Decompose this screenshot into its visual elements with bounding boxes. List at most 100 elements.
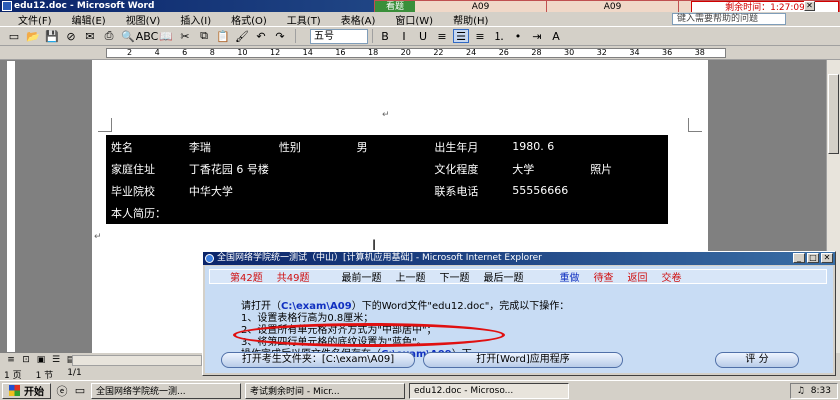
underline-icon[interactable]: U: [415, 29, 431, 43]
nav-button-7[interactable]: 交卷: [661, 269, 681, 284]
nav-button-2[interactable]: 下一题: [439, 269, 469, 284]
bold-icon[interactable]: B: [377, 29, 393, 43]
nav-button-4[interactable]: 重做: [559, 269, 579, 284]
spell-icon[interactable]: ABC: [136, 29, 159, 43]
open-word-button[interactable]: 打开[Word]应用程序: [423, 352, 623, 368]
start-button[interactable]: 开始: [2, 382, 51, 399]
margin-corner: [688, 118, 702, 132]
table-cell[interactable]: 55556666: [507, 179, 587, 202]
table-cell[interactable]: 性别: [273, 135, 353, 158]
menu-window[interactable]: 窗口(W): [395, 12, 433, 27]
table-cell[interactable]: 姓名: [106, 135, 185, 158]
nav-button-3[interactable]: 最后一题: [483, 269, 523, 284]
print-view-icon[interactable]: ▣: [34, 355, 48, 366]
permission-icon[interactable]: ⊘: [63, 29, 79, 43]
ruler-tick: 36: [662, 48, 673, 57]
table-cell[interactable]: [273, 179, 353, 202]
horizontal-ruler[interactable]: 2 4 6 8 10 12 14 16 18 20 22 24 26 28 30 32 34 36 38: [0, 46, 840, 60]
normal-view-icon[interactable]: ≡: [4, 355, 18, 366]
menu-help[interactable]: 帮助(H): [453, 12, 488, 27]
nav-button-0[interactable]: 最前一题: [341, 269, 381, 284]
red-highlight-oval: [233, 323, 505, 347]
toolbar: ▭ 📂 💾 ⊘ ✉ ⎙ 🔍 ABC 📖 ✂ ⧉ 📋 🖌 ↶ ↷ 五号 B I U ≡ ☰ ≡ ⒈ • ⇥ A: [0, 26, 840, 46]
close-button[interactable]: ✕: [821, 253, 833, 263]
ruler-tick: 34: [629, 48, 640, 57]
doc-close-button[interactable]: ✕: [804, 1, 815, 11]
web-view-icon[interactable]: ⊡: [19, 355, 33, 366]
score-button[interactable]: 评 分: [715, 352, 799, 368]
font-color-icon[interactable]: A: [548, 29, 564, 43]
table-cell[interactable]: 家庭住址: [106, 157, 185, 180]
outline-view-icon[interactable]: ☰: [49, 355, 63, 366]
clock: 8:33: [810, 385, 831, 396]
align-right-icon[interactable]: ≡: [472, 29, 488, 43]
taskbar-task[interactable]: 考试剩余时间 - Micr...: [245, 382, 405, 399]
menu-table[interactable]: 表格(A): [341, 12, 376, 27]
numbering-icon[interactable]: ⒈: [491, 29, 507, 43]
table-cell[interactable]: 本人简历：: [106, 201, 668, 224]
research-icon[interactable]: 📖: [158, 29, 174, 43]
paste-icon[interactable]: 📋: [215, 29, 231, 43]
copy-icon[interactable]: ⧉: [196, 29, 212, 43]
table-cell[interactable]: 男: [351, 135, 431, 158]
align-center-icon[interactable]: ☰: [453, 29, 469, 43]
menu-insert[interactable]: 插入(I): [180, 12, 211, 27]
table-cell[interactable]: 照片: [585, 135, 668, 202]
table-row: 姓名 李瑞 性别男出生年月 1980. 6 照片: [106, 135, 668, 202]
print-icon[interactable]: ⎙: [101, 29, 117, 43]
table-cell[interactable]: 李瑞: [183, 135, 275, 158]
table-cell[interactable]: [351, 179, 431, 202]
table-cell[interactable]: 文化程度: [429, 157, 509, 180]
ruler-tick: 28: [531, 48, 542, 57]
taskbar-task[interactable]: edu12.doc - Microso...: [409, 382, 569, 399]
bullets-icon[interactable]: •: [510, 29, 526, 43]
table-cell[interactable]: [351, 157, 431, 180]
table-cell[interactable]: 大学: [507, 157, 587, 180]
new-doc-icon[interactable]: ▭: [6, 29, 22, 43]
vertical-ruler[interactable]: [6, 60, 16, 353]
align-left-icon[interactable]: ≡: [434, 29, 450, 43]
italic-icon[interactable]: I: [396, 29, 412, 43]
ie-quicklaunch-icon[interactable]: ⓔ: [55, 384, 69, 398]
ruler-scale: 2 4 6 8 10 12 14 16 18 20 22 24 26 28 30 32 34 36 38: [106, 48, 726, 58]
taskbar-task[interactable]: 全国网络学院统一测...: [91, 382, 241, 399]
indent-icon[interactable]: ⇥: [529, 29, 545, 43]
menu-tools[interactable]: 工具(T): [287, 12, 321, 27]
menu-edit[interactable]: 编辑(E): [72, 12, 106, 27]
open-icon[interactable]: 📂: [25, 29, 41, 43]
ruler-tick: 12: [269, 48, 281, 57]
email-icon[interactable]: ✉: [82, 29, 98, 43]
toolbar-separator: [295, 29, 296, 43]
ruler-tick: 22: [433, 48, 444, 57]
nav-button-1[interactable]: 上一题: [395, 269, 425, 284]
table-cell[interactable]: [273, 157, 353, 180]
menu-view[interactable]: 视图(V): [126, 12, 161, 27]
nav-button-6[interactable]: 返回: [627, 269, 647, 284]
resume-table[interactable]: 姓名 李瑞 性别男出生年月 1980. 6 照片 家庭住址 丁香花园 6 号楼 文化程度 大学毕…: [106, 135, 668, 224]
horizontal-scrollbar[interactable]: [72, 355, 202, 366]
scrollbar-thumb[interactable]: [828, 74, 839, 154]
nav-button-5[interactable]: 待查: [593, 269, 613, 284]
desktop-quicklaunch-icon[interactable]: ▭: [73, 384, 87, 398]
table-cell[interactable]: 中华大学: [183, 179, 275, 202]
undo-icon[interactable]: ↶: [253, 29, 269, 43]
maximize-button[interactable]: □: [807, 253, 819, 263]
menu-file[interactable]: 文件(F): [18, 12, 52, 27]
table-cell[interactable]: 出生年月: [429, 135, 509, 158]
minimize-button[interactable]: _: [793, 253, 805, 263]
table-cell[interactable]: 联系电话: [429, 179, 509, 202]
table-cell[interactable]: 丁香花园 6 号楼: [183, 157, 275, 180]
redo-icon[interactable]: ↷: [272, 29, 288, 43]
font-size-select[interactable]: 五号: [310, 28, 368, 44]
table-cell[interactable]: 毕业院校: [106, 179, 185, 202]
open-folder-button[interactable]: 打开考生文件夹：[C:\exam\A09]: [221, 352, 415, 368]
cut-icon[interactable]: ✂: [177, 29, 193, 43]
save-icon[interactable]: 💾: [44, 29, 60, 43]
menu-format[interactable]: 格式(O): [231, 12, 267, 27]
table-cell[interactable]: 1980. 6: [507, 135, 587, 158]
format-painter-icon[interactable]: 🖌: [234, 29, 250, 43]
preview-icon[interactable]: 🔍: [120, 29, 136, 43]
instruction-path: C:\exam\A09: [281, 301, 352, 312]
help-search-input[interactable]: 键入需要帮助的问题: [672, 13, 786, 25]
tray-volume-icon[interactable]: ♫: [797, 386, 805, 396]
